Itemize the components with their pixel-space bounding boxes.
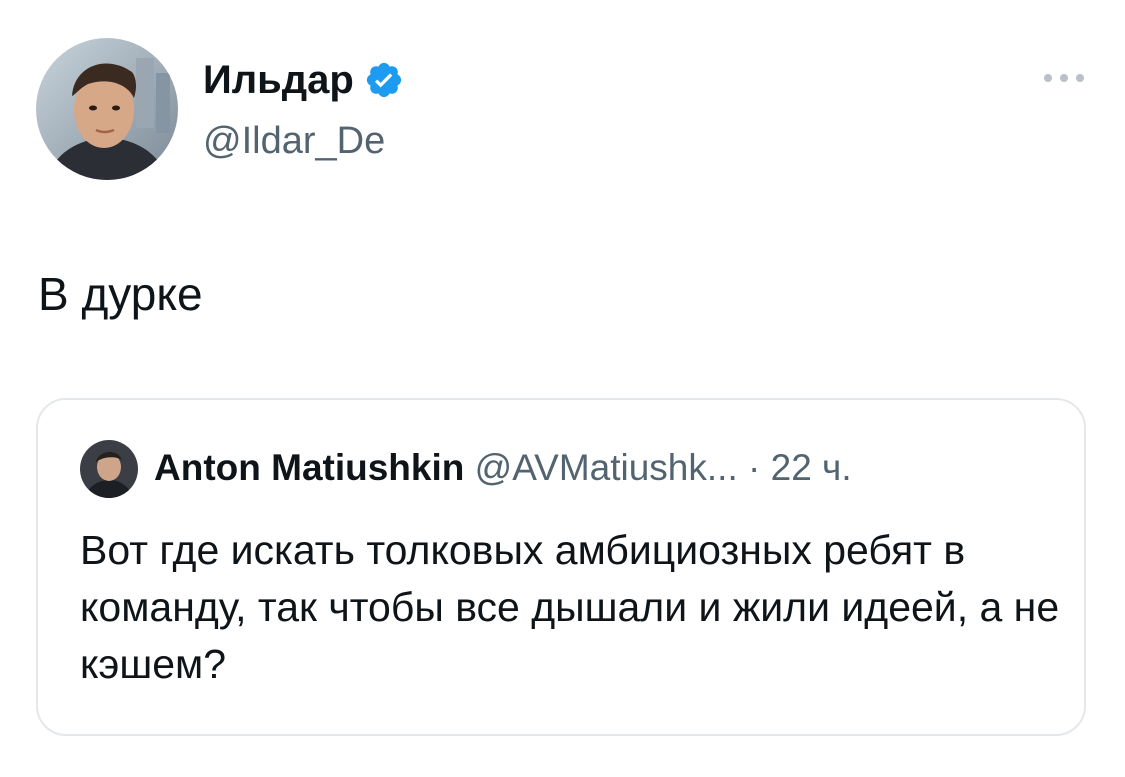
author-avatar[interactable] bbox=[36, 38, 178, 180]
author-handle[interactable]: @Ildar_De bbox=[203, 118, 385, 164]
quoted-tweet-card[interactable]: Anton Matiushkin @AVMatiushk... · 22 ч. … bbox=[36, 398, 1086, 736]
avatar-image bbox=[36, 38, 178, 180]
quote-author-avatar[interactable] bbox=[80, 440, 138, 498]
quote-author-handle[interactable]: @AVMatiushk... bbox=[475, 447, 738, 488]
quote-avatar-image bbox=[80, 440, 138, 498]
tweet-text: В дурке bbox=[38, 268, 203, 320]
quote-timestamp[interactable]: 22 ч. bbox=[771, 447, 852, 488]
quote-header: Anton Matiushkin @AVMatiushk... · 22 ч. bbox=[154, 446, 852, 490]
verified-badge-icon bbox=[364, 60, 404, 100]
author-name[interactable]: Ильдар bbox=[203, 56, 354, 104]
author-name-row[interactable]: Ильдар bbox=[203, 56, 404, 104]
more-horizontal-icon[interactable] bbox=[1040, 64, 1088, 92]
quote-author-name[interactable]: Anton Matiushkin bbox=[154, 447, 464, 488]
quote-separator: · bbox=[748, 447, 761, 488]
quote-text: Вот где искать толковых амбициозных ребя… bbox=[80, 527, 1060, 687]
